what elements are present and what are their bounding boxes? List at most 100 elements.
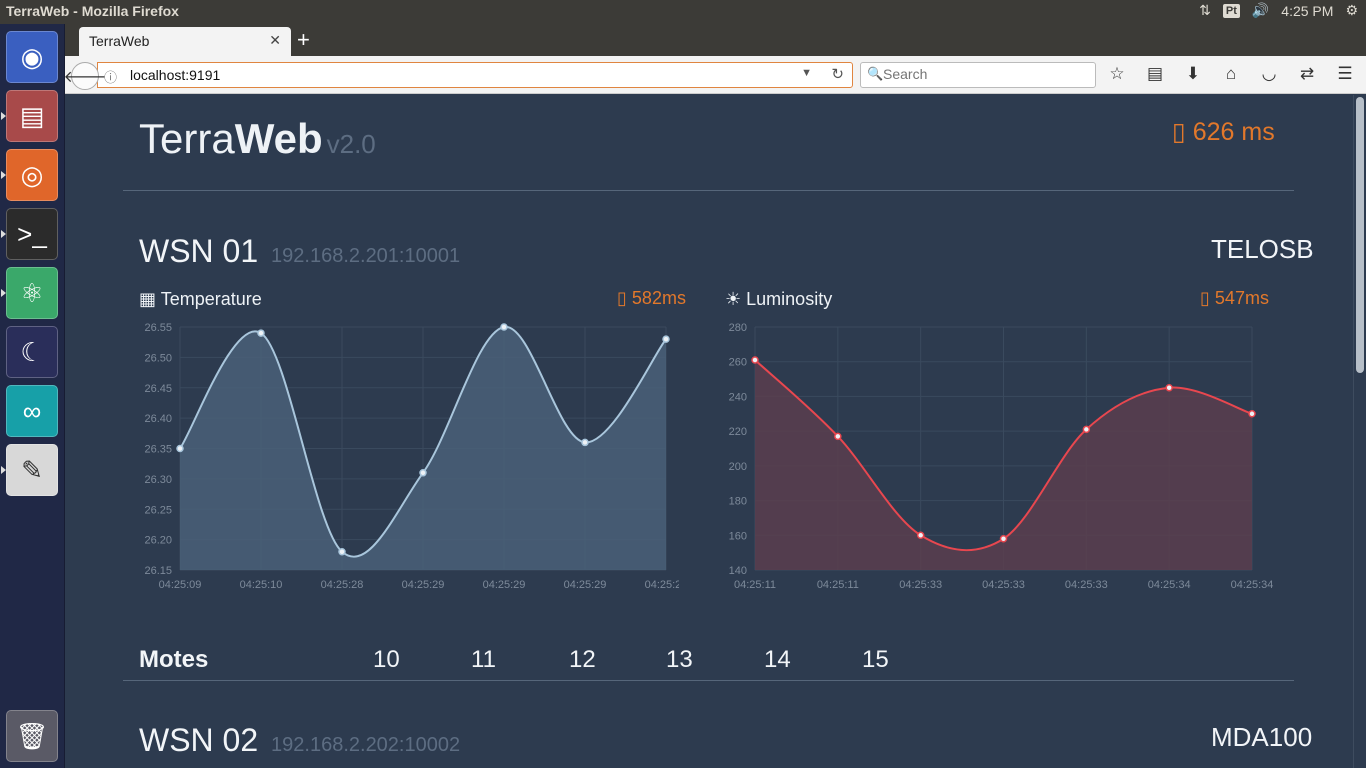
- y-tick-label: 26.15: [144, 565, 172, 577]
- x-tick-label: 04:25:34: [1148, 579, 1191, 591]
- temperature-ping-value: 582ms: [631, 288, 686, 308]
- search-input[interactable]: [883, 66, 1083, 82]
- y-tick-label: 160: [729, 530, 747, 542]
- y-tick-label: 280: [729, 323, 747, 334]
- hamburger-menu-icon[interactable]: ☰: [1335, 64, 1355, 84]
- pocket-icon[interactable]: ◡: [1259, 64, 1279, 84]
- arduino-icon[interactable]: ∞: [6, 385, 58, 437]
- tab-terraweb[interactable]: TerraWeb ✕: [79, 27, 291, 56]
- header-ping: ▯ 626 ms: [1172, 117, 1275, 147]
- wsn-title: WSN 02 192.168.2.202:10002: [139, 722, 460, 759]
- x-tick-label: 04:25:28: [321, 579, 364, 591]
- scrollbar-thumb[interactable]: [1356, 97, 1364, 373]
- y-tick-label: 26.20: [144, 535, 172, 547]
- wsn-title: WSN 01 192.168.2.201:10001: [139, 233, 460, 270]
- x-tick-label: 04:25:33: [899, 579, 942, 591]
- firefox-icon[interactable]: ◎: [6, 149, 58, 201]
- mote-button[interactable]: 13: [666, 646, 693, 674]
- scrollbar[interactable]: [1353, 95, 1366, 768]
- page-content: TerraWeb v2.0 ▯ 626 ms WSN 01 192.168.2.2…: [65, 95, 1353, 768]
- y-tick-label: 26.40: [144, 413, 172, 425]
- x-tick-label: 04:25:33: [982, 579, 1025, 591]
- close-icon[interactable]: ✕: [269, 32, 281, 49]
- volume-icon[interactable]: 🔊: [1252, 2, 1269, 19]
- new-tab-button[interactable]: +: [297, 27, 310, 53]
- tab-strip: TerraWeb ✕ +: [65, 24, 1366, 56]
- running-indicator: [1, 112, 6, 120]
- trash-icon[interactable]: 🗑: [6, 710, 58, 762]
- data-point[interactable]: [257, 329, 265, 337]
- keyboard-layout-indicator[interactable]: Pt: [1222, 3, 1240, 18]
- bookmark-star-icon[interactable]: ☆: [1107, 64, 1127, 84]
- wsn-address: 192.168.2.202:10002: [271, 734, 461, 756]
- wsn-type: TELOSB: [1211, 234, 1314, 264]
- browser-window: TerraWeb ✕ + ⓘ localhost:9191 ▼ ↻ 🡐 🔍 ☆ …: [64, 24, 1366, 768]
- thermometer-icon: ▦: [139, 289, 157, 309]
- luminosity-ping: ▯ 547ms: [1200, 288, 1269, 309]
- sync-arrows-icon[interactable]: ⇄: [1297, 64, 1317, 84]
- y-tick-label: 220: [729, 426, 747, 438]
- x-tick-label: 04:25:10: [240, 579, 283, 591]
- sun-icon: ☀: [725, 289, 742, 309]
- mote-button[interactable]: 15: [862, 646, 889, 674]
- wsn-type: MDA100: [1211, 722, 1313, 752]
- data-point[interactable]: [1165, 384, 1173, 392]
- network-icon[interactable]: ⇅: [1199, 2, 1211, 19]
- y-tick-label: 260: [729, 357, 747, 369]
- mote-button[interactable]: 14: [764, 646, 791, 674]
- window-title: TerraWeb - Mozilla Firefox: [6, 3, 179, 19]
- download-icon[interactable]: ⬇: [1183, 64, 1203, 84]
- mote-button[interactable]: 11: [471, 646, 496, 674]
- atom-icon[interactable]: ⚛: [6, 267, 58, 319]
- y-tick-label: 140: [729, 565, 747, 577]
- mote-button[interactable]: 10: [373, 646, 400, 674]
- timer-icon: ▯: [1172, 118, 1186, 146]
- gear-icon[interactable]: ⚙: [1345, 2, 1358, 19]
- terminal-icon[interactable]: >_: [6, 208, 58, 260]
- clock[interactable]: 4:25 PM: [1281, 3, 1333, 19]
- launcher: ◉ ▤ ◎ >_ ⚛ ☾ ∞ ✎ 🗑: [0, 24, 65, 768]
- wsn-address: 192.168.2.201:10001: [271, 245, 461, 267]
- divider: [123, 190, 1294, 191]
- y-tick-label: 180: [729, 496, 747, 508]
- data-point[interactable]: [834, 432, 842, 441]
- data-point[interactable]: [1082, 425, 1091, 434]
- x-tick-label: 04:25:34: [1231, 579, 1274, 591]
- data-point[interactable]: [176, 444, 184, 453]
- back-button[interactable]: 🡐: [64, 62, 106, 90]
- url-bar[interactable]: ⓘ localhost:9191 ▼ ↻: [97, 62, 853, 88]
- ubuntu-dash-icon[interactable]: ◉: [6, 31, 58, 83]
- eclipse-icon[interactable]: ☾: [6, 326, 58, 378]
- luminosity-chart-title: ☀ Luminosity: [725, 289, 832, 310]
- data-point[interactable]: [338, 548, 346, 556]
- text-editor-icon[interactable]: ✎: [6, 444, 58, 496]
- x-tick-label: 04:25:11: [817, 579, 859, 591]
- running-indicator: [1, 171, 6, 179]
- data-point[interactable]: [916, 531, 925, 540]
- data-point[interactable]: [751, 356, 759, 364]
- system-top-panel: TerraWeb - Mozilla Firefox ⇅ Pt 🔊 4:25 P…: [0, 0, 1366, 24]
- home-icon[interactable]: ⌂: [1221, 64, 1241, 84]
- search-bar[interactable]: 🔍: [860, 62, 1096, 88]
- data-point[interactable]: [500, 323, 508, 331]
- y-tick-label: 200: [729, 461, 747, 473]
- temperature-ping: ▯ 582ms: [617, 288, 686, 309]
- x-tick-label: 04:25:09: [159, 579, 202, 591]
- data-point[interactable]: [999, 535, 1008, 543]
- reading-list-icon[interactable]: ▤: [1145, 64, 1165, 84]
- temperature-title-text: Temperature: [160, 289, 262, 309]
- files-icon[interactable]: ▤: [6, 90, 58, 142]
- data-point[interactable]: [581, 438, 589, 447]
- tab-label: TerraWeb: [89, 33, 150, 49]
- chevron-down-icon[interactable]: ▼: [801, 67, 812, 79]
- data-point[interactable]: [419, 469, 427, 477]
- data-point[interactable]: [1248, 410, 1256, 418]
- mote-button[interactable]: 12: [569, 646, 596, 674]
- running-indicator: [1, 230, 6, 238]
- x-tick-label: 04:25:29: [402, 579, 445, 591]
- url-text[interactable]: localhost:9191: [130, 67, 220, 83]
- y-tick-label: 26.25: [144, 504, 172, 516]
- reload-icon[interactable]: ↻: [831, 65, 844, 83]
- temperature-chart-title: ▦ Temperature: [139, 289, 262, 310]
- data-point[interactable]: [662, 335, 670, 343]
